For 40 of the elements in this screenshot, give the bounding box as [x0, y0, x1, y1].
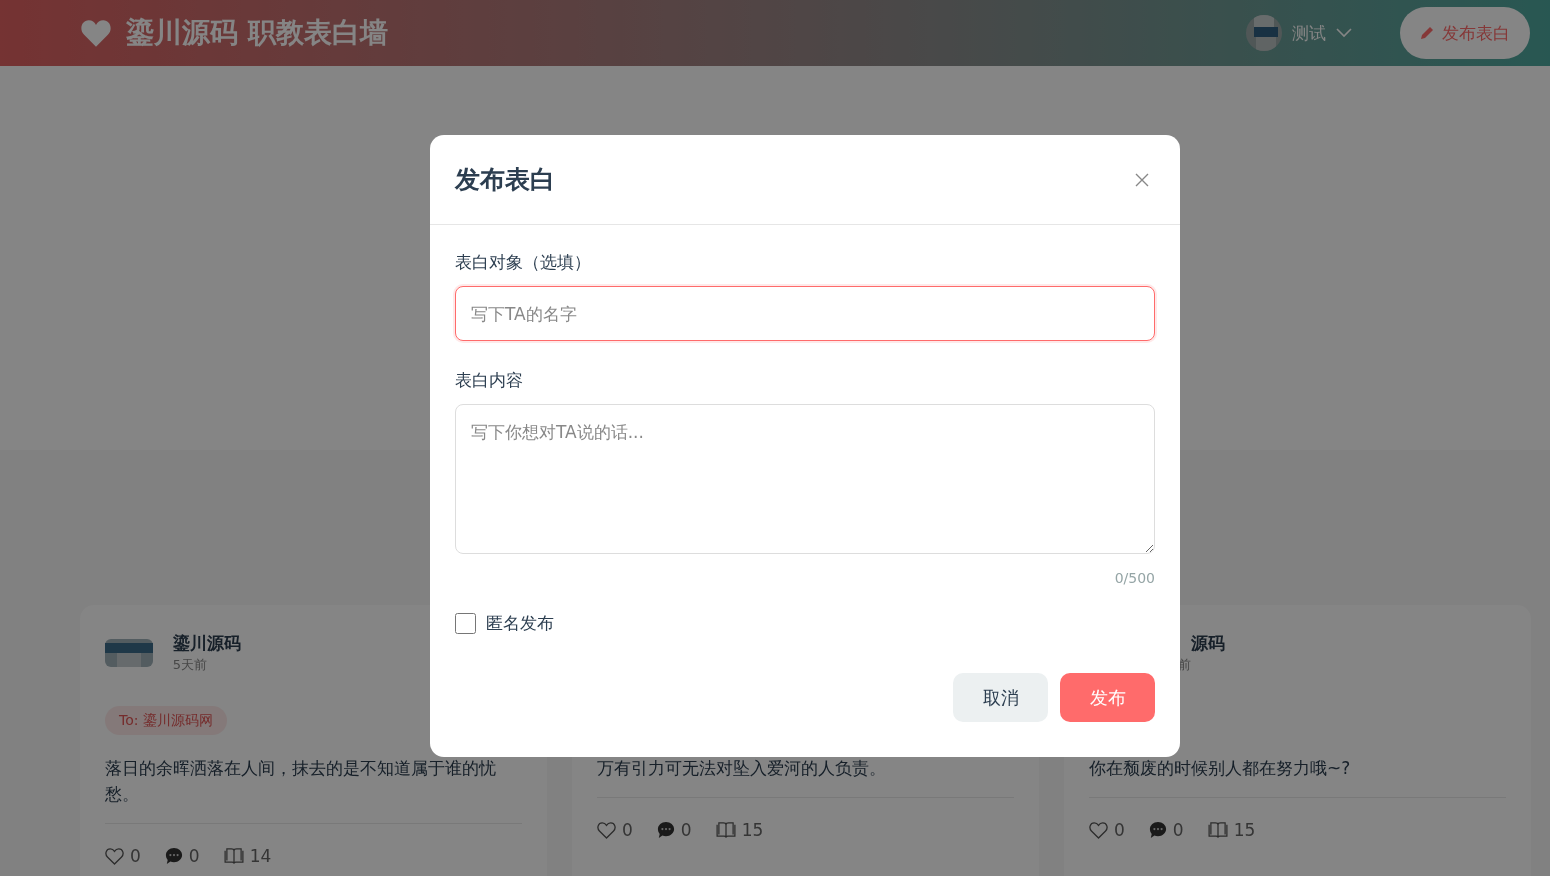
like-button[interactable]: 0 [1089, 820, 1125, 840]
heart-icon [80, 18, 112, 48]
dialog-title: 发布表白 [455, 164, 555, 196]
like-button[interactable]: 0 [105, 846, 141, 866]
content-textarea[interactable]: 写下你想对TA说的话... [455, 404, 1155, 554]
submit-button[interactable]: 发布 [1060, 673, 1155, 722]
chevron-down-icon [1336, 28, 1352, 38]
heart-icon [597, 821, 616, 839]
view-count: 15 [715, 820, 764, 840]
heart-icon [1089, 821, 1108, 839]
heart-icon [105, 847, 124, 865]
field-label: 表白内容 [455, 369, 524, 392]
comment-button[interactable]: 0 [656, 820, 692, 840]
like-button[interactable]: 0 [597, 820, 633, 840]
post-time: 5天前 [171, 657, 207, 673]
user-menu[interactable]: 测试 [1246, 15, 1352, 51]
chat-bubble-icon [1148, 821, 1167, 839]
checkbox-label: 匿名发布 [486, 612, 554, 635]
view-count: 14 [223, 846, 272, 866]
chat-bubble-icon [164, 847, 183, 865]
view-count: 15 [1207, 820, 1256, 840]
character-counter: 0/500 [1113, 570, 1155, 586]
pencil-icon [1420, 26, 1434, 40]
close-icon [1135, 172, 1149, 187]
book-icon [1207, 822, 1228, 838]
author-name: 鎏川源码 [172, 633, 241, 653]
recipient-tag: To: 鎏川源码网 [105, 706, 227, 735]
book-icon [715, 822, 736, 838]
author-name: 源码 [1190, 633, 1225, 653]
chat-bubble-icon [656, 821, 675, 839]
site-title: 鎏川源码 职教表白墙 [126, 15, 388, 51]
name-input-field[interactable]: 写下TA的名字 [455, 286, 1155, 341]
book-icon [223, 848, 244, 864]
post-time: 前 [1177, 657, 1191, 673]
cancel-button[interactable]: 取消 [953, 673, 1048, 722]
comment-button[interactable]: 0 [164, 846, 200, 866]
comment-button[interactable]: 0 [1148, 820, 1184, 840]
field-label: 表白对象（选填） [455, 251, 592, 274]
anonymous-checkbox[interactable] [455, 613, 476, 634]
publish-button[interactable]: 发布表白 [1400, 7, 1530, 59]
